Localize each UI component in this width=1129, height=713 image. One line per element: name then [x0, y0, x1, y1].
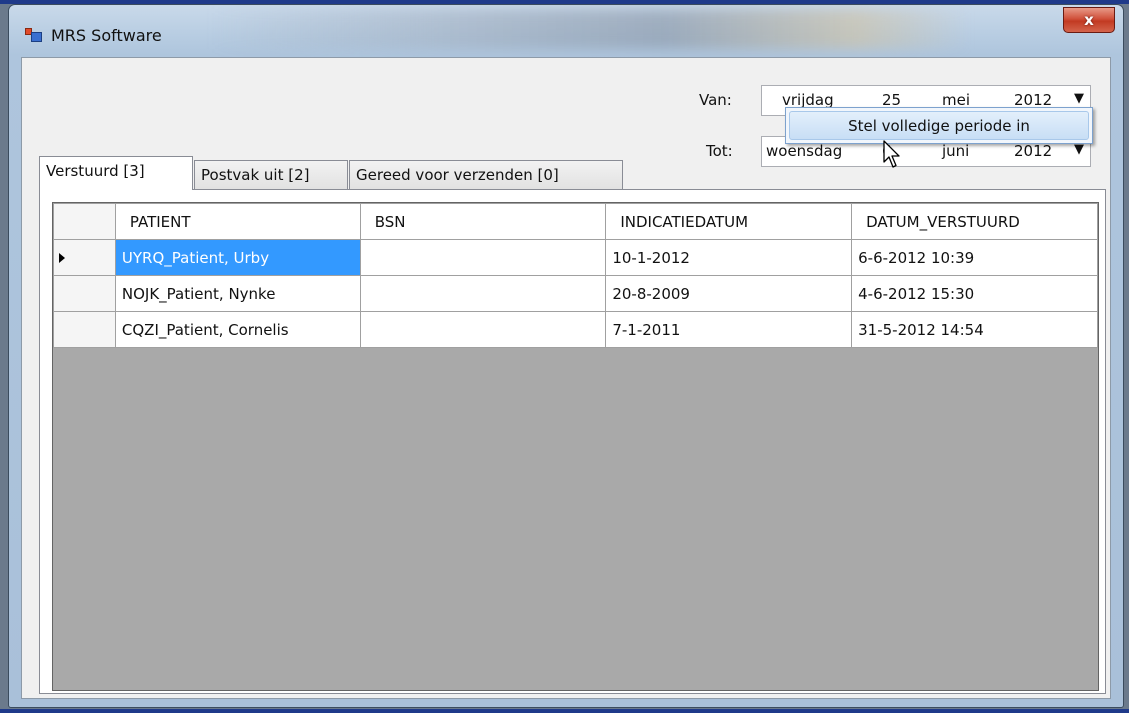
row-header[interactable] — [53, 311, 116, 348]
app-window: MRS Software x Van: vrijdag 25 mei 2012 … — [8, 4, 1124, 708]
table-row[interactable]: NOJK_Patient, Nynke 20-8-2009 4-6-2012 1… — [53, 275, 1098, 312]
cell-datum-verstuurd[interactable]: 4-6-2012 15:30 — [851, 275, 1098, 312]
van-label: Van: — [699, 91, 732, 109]
cell-indicatiedatum[interactable]: 10-1-2012 — [605, 239, 853, 276]
window-title: MRS Software — [51, 26, 162, 45]
column-header-bsn[interactable]: BSN — [359, 203, 607, 240]
close-button[interactable]: x — [1063, 7, 1115, 33]
title-bar[interactable]: MRS Software x — [9, 5, 1123, 57]
data-grid[interactable]: PATIENT BSN INDICATIEDATUM DATUM_VERSTUU… — [52, 202, 1099, 691]
tab-postvak-uit[interactable]: Postvak uit [2] — [194, 160, 348, 190]
cell-bsn[interactable] — [359, 275, 607, 312]
current-row-arrow-icon — [59, 252, 65, 263]
row-header[interactable] — [53, 239, 116, 276]
tot-year: 2012 — [1014, 142, 1053, 160]
row-header[interactable] — [53, 275, 116, 312]
header-row: PATIENT BSN INDICATIEDATUM DATUM_VERSTUU… — [53, 203, 1098, 240]
column-header-datum-verstuurd[interactable]: DATUM_VERSTUURD — [851, 203, 1098, 240]
background-blur — [209, 9, 969, 49]
cell-bsn[interactable] — [359, 311, 607, 348]
tab-page-verstuurd: PATIENT BSN INDICATIEDATUM DATUM_VERSTUU… — [39, 189, 1106, 694]
grid-table: PATIENT BSN INDICATIEDATUM DATUM_VERSTUU… — [53, 203, 1098, 348]
cell-patient[interactable]: CQZI_Patient, Cornelis — [114, 311, 361, 348]
app-icon[interactable] — [25, 28, 43, 44]
tab-gereed-voor-verzenden[interactable]: Gereed voor verzenden [0] — [349, 160, 623, 190]
tab-verstuurd[interactable]: Verstuurd [3] — [39, 156, 193, 190]
chevron-down-icon[interactable]: ▼ — [1074, 142, 1084, 157]
screen-bottom-edge — [0, 709, 1129, 713]
cell-datum-verstuurd[interactable]: 31-5-2012 14:54 — [851, 311, 1098, 348]
cell-patient[interactable]: NOJK_Patient, Nynke — [114, 275, 361, 312]
table-row[interactable]: UYRQ_Patient, Urby 10-1-2012 6-6-2012 10… — [53, 239, 1098, 276]
cell-indicatiedatum[interactable]: 20-8-2009 — [605, 275, 853, 312]
tot-label: Tot: — [706, 142, 733, 160]
cell-bsn[interactable] — [359, 239, 607, 276]
tot-month: juni — [942, 142, 970, 160]
cell-indicatiedatum[interactable]: 7-1-2011 — [605, 311, 853, 348]
context-menu: Stel volledige periode in — [785, 107, 1093, 144]
column-header-indicatiedatum[interactable]: INDICATIEDATUM — [605, 203, 853, 240]
set-full-period-menu-item[interactable]: Stel volledige periode in — [789, 111, 1089, 140]
table-row[interactable]: CQZI_Patient, Cornelis 7-1-2011 31-5-201… — [53, 311, 1098, 348]
cell-datum-verstuurd[interactable]: 6-6-2012 10:39 — [851, 239, 1098, 276]
chevron-down-icon[interactable]: ▼ — [1074, 91, 1084, 106]
row-header-corner — [53, 203, 116, 240]
tot-weekday: woensdag — [766, 142, 843, 160]
cell-patient[interactable]: UYRQ_Patient, Urby — [114, 239, 361, 276]
client-area: Van: vrijdag 25 mei 2012 ▼ Tot: woensdag… — [21, 57, 1111, 699]
mouse-cursor-icon — [883, 140, 900, 168]
column-header-patient[interactable]: PATIENT — [114, 203, 361, 240]
